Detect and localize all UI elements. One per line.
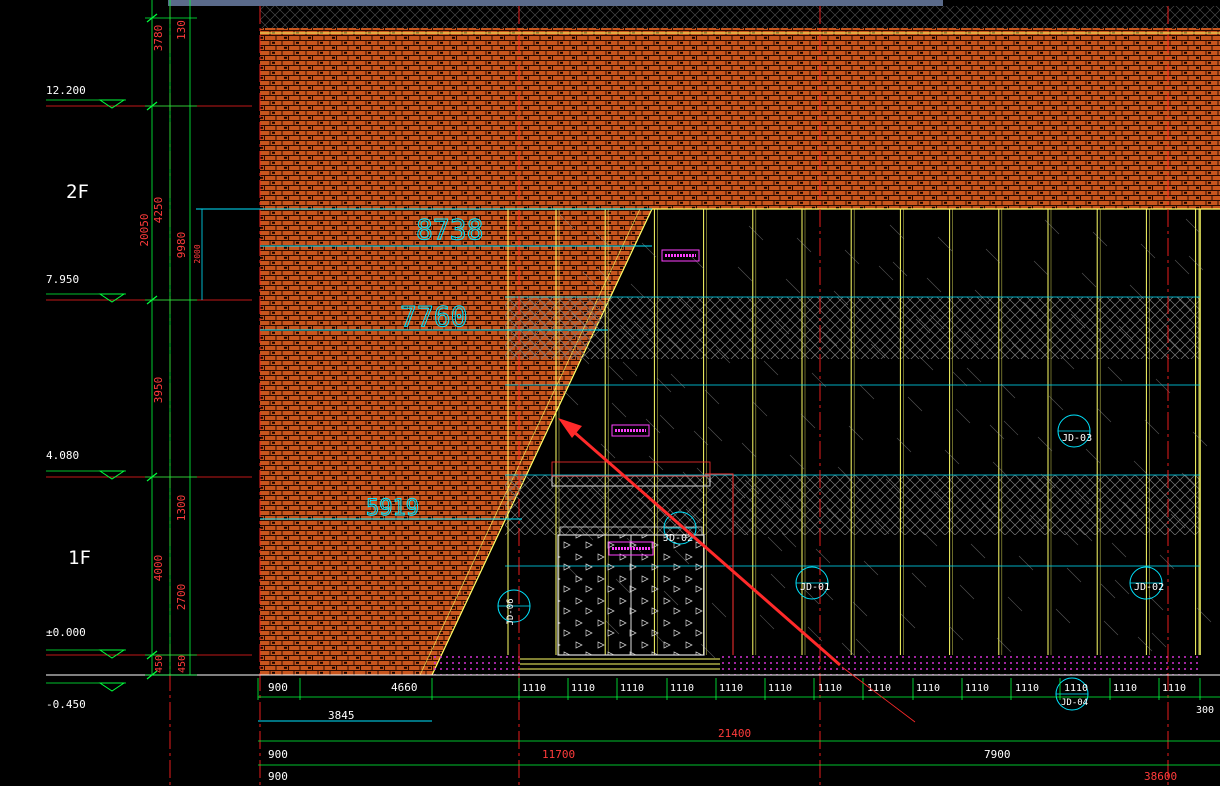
plinth-right	[720, 655, 1200, 675]
dim-text-large: 7760	[400, 300, 467, 333]
dim-text: 38600	[1144, 770, 1177, 783]
dim-text-300: 300	[1196, 705, 1214, 716]
dim-text: 1110	[965, 683, 989, 694]
dim-text: 130	[175, 20, 188, 40]
dim-text: 3950	[152, 377, 165, 404]
window-tag-label: JD-02	[1134, 582, 1164, 593]
elevation-triangle	[98, 293, 126, 303]
elevation-markers: 12.200 7.950 4.080 ±0.000 -0.450	[46, 84, 86, 711]
elevation-label: 4.080	[46, 449, 79, 462]
window-tag-label: JD-06	[506, 598, 516, 625]
parapet-band	[260, 6, 1220, 28]
dim-text: 1110	[1113, 683, 1137, 694]
dim-text: 1300	[175, 495, 188, 522]
top-strip	[168, 0, 943, 6]
dim-text: 4250	[152, 197, 165, 224]
dim-text: 1110	[670, 683, 694, 694]
dim-text: 450	[154, 655, 165, 673]
dim-text-total: 20050	[138, 213, 151, 246]
bottom-dimension-row-1: 900 4660 1110 1110 1110 1110 1110 1110 1…	[268, 681, 1186, 694]
dim-text: 900	[268, 770, 288, 783]
dim-text: 900	[268, 681, 288, 694]
elevation-triangle	[98, 470, 126, 480]
elevation-label: ±0.000	[46, 626, 86, 639]
dim-text: 1110	[1162, 683, 1186, 694]
floor-label-1f: 1F	[68, 547, 91, 569]
window-tag-label: JD-02	[663, 533, 693, 544]
spandrel-hatch-lower	[505, 475, 1200, 535]
dim-text: 1110	[522, 683, 546, 694]
plinth-left	[432, 655, 520, 675]
dim-text: 1110	[719, 683, 743, 694]
elevation-label: 7.950	[46, 273, 79, 286]
dim-text: 1110	[768, 683, 792, 694]
dim-text: 1110	[916, 683, 940, 694]
dim-text: 7900	[984, 748, 1011, 761]
dim-text: 9980	[175, 232, 188, 259]
bottom-dimension-row-4: 900 38600	[268, 770, 1177, 783]
elevation-triangle	[98, 649, 126, 659]
elevation-label: -0.450	[46, 698, 86, 711]
dim-text: 1110	[620, 683, 644, 694]
dim-text: 2000	[193, 244, 202, 263]
dim-text: 450	[177, 655, 188, 673]
elevation-label: 12.200	[46, 84, 86, 97]
dim-text: 3780	[152, 25, 165, 52]
dim-text-large: 8738	[416, 213, 483, 246]
dim-text: 900	[268, 748, 288, 761]
dim-text: 2700	[175, 584, 188, 611]
window-tag-label: JD-01	[800, 582, 830, 593]
glass-curtain-wall	[432, 208, 1220, 711]
spandrel-hatch-upper	[505, 297, 1200, 359]
dim-text: 4000	[152, 555, 165, 582]
dim-text: 1110	[1064, 683, 1088, 694]
dim-text: 1110	[1015, 683, 1039, 694]
dim-text-3845: 3845	[328, 709, 355, 722]
window-tag-label: JD-04	[1061, 698, 1088, 708]
dim-text: 11700	[542, 748, 575, 761]
dim-text: 4660	[391, 681, 418, 694]
brick-upper-band	[260, 28, 1220, 209]
floor-label-2f: 2F	[66, 181, 89, 203]
window-tag-label: JD-03	[1062, 433, 1092, 444]
bottom-dimension-row-3: 900 11700 7900	[268, 748, 1011, 761]
elevation-triangle	[98, 99, 126, 109]
elevation-triangle	[98, 682, 126, 692]
dim-text-21400: 21400	[718, 727, 751, 740]
dim-text: 1110	[571, 683, 595, 694]
dim-text-large: 5919	[366, 496, 419, 521]
background-layer	[168, 0, 1220, 28]
dim-text: 1110	[818, 683, 842, 694]
cad-elevation-drawing: 12.200 7.950 4.080 ±0.000 -0.450 2F 1F 3…	[46, 0, 1220, 786]
